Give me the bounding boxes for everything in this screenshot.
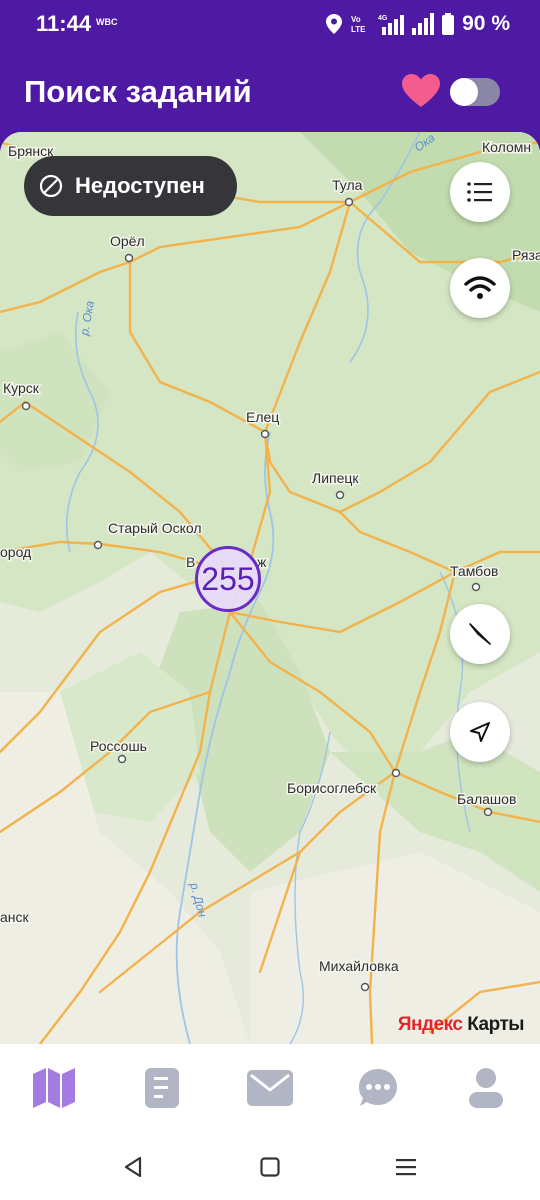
svg-text:LTE: LTE	[351, 25, 366, 34]
availability-toggle[interactable]	[450, 78, 500, 106]
heart-icon[interactable]	[402, 74, 440, 108]
status-carrier: WBC	[96, 17, 118, 27]
map-icon	[33, 1068, 75, 1108]
system-recents-button[interactable]	[391, 1152, 421, 1182]
status-icons: Vo LTE 4G 90 %	[326, 10, 510, 38]
status-bar: 11:44 WBC Vo LTE 4G 90 %	[0, 0, 540, 48]
city-label-kantemirovka: анск	[0, 909, 30, 925]
document-icon	[145, 1068, 179, 1108]
yandex-logo-part1: Яндекс	[397, 1014, 463, 1035]
tab-tasks[interactable]	[132, 1060, 192, 1116]
city-label-ryazan: Ряза	[512, 247, 540, 263]
compass-icon	[469, 623, 491, 645]
yandex-logo-part2: Карты	[462, 1014, 524, 1035]
wifi-button[interactable]	[450, 258, 510, 318]
wifi-icon	[464, 276, 496, 299]
system-navigation-bar	[0, 1134, 540, 1200]
city-label-borisoglebsk: Борисоглебск	[287, 780, 377, 796]
profile-icon	[469, 1068, 503, 1108]
city-label-oryol: Орёл	[110, 233, 145, 249]
city-label-voronezh-start: В	[186, 554, 195, 570]
city-label-tula: Тула	[332, 177, 363, 193]
signal-icon	[412, 13, 435, 35]
tab-map[interactable]	[24, 1060, 84, 1116]
toggle-knob	[450, 78, 478, 106]
bottom-navigation	[0, 1044, 540, 1134]
svg-text:4G: 4G	[378, 15, 388, 22]
signal-4g-icon: 4G	[378, 15, 405, 35]
page-title: Поиск заданий	[24, 74, 252, 109]
app-header: Поиск заданий	[0, 48, 540, 138]
city-label-balashov: Балашов	[457, 791, 516, 807]
my-location-button[interactable]	[450, 702, 510, 762]
city-label-tambov: Тамбов	[450, 563, 498, 579]
back-triangle-icon	[124, 1156, 142, 1178]
compass-button[interactable]	[450, 604, 510, 664]
system-home-button[interactable]	[255, 1152, 285, 1182]
list-icon	[467, 182, 492, 202]
status-time: 11:44	[36, 11, 92, 36]
recents-lines-icon	[396, 1159, 416, 1176]
battery-percent: 90 %	[462, 12, 510, 35]
battery-icon	[442, 13, 455, 35]
list-view-button[interactable]	[450, 162, 510, 222]
city-label-rossosh: Россошь	[90, 738, 147, 754]
svg-text:Vo: Vo	[351, 15, 361, 24]
system-back-button[interactable]	[118, 1152, 148, 1182]
home-square-icon	[260, 1157, 280, 1177]
chat-icon	[359, 1069, 397, 1106]
tab-profile[interactable]	[456, 1060, 516, 1116]
unavailable-icon	[39, 174, 63, 198]
city-label-elets: Елец	[246, 409, 279, 425]
city-label-belgorod: ород	[0, 544, 31, 560]
map-view[interactable]: Брянск Тула Коломн Орёл Ряза Курск Елец …	[0, 132, 540, 1044]
city-label-kolomna: Коломн	[482, 139, 531, 155]
location-arrow-icon	[470, 722, 490, 742]
tab-messages[interactable]	[240, 1060, 300, 1116]
availability-status-pill[interactable]: Недоступен	[24, 156, 237, 216]
location-icon	[326, 14, 343, 34]
city-label-mikhaylovka: Михайловка	[319, 958, 399, 974]
yandex-maps-logo: Яндекс Карты	[397, 1014, 525, 1036]
volte-icon: VoLTE	[351, 15, 366, 34]
task-cluster-marker[interactable]: 255	[195, 546, 261, 612]
mail-icon	[247, 1070, 293, 1106]
city-label-kursk: Курск	[3, 380, 40, 396]
city-label-lipetsk: Липецк	[312, 470, 359, 486]
city-label-stary-oskol: Старый Оскол	[108, 520, 202, 536]
tab-chat[interactable]	[348, 1060, 408, 1116]
availability-status-text: Недоступен	[75, 173, 205, 198]
